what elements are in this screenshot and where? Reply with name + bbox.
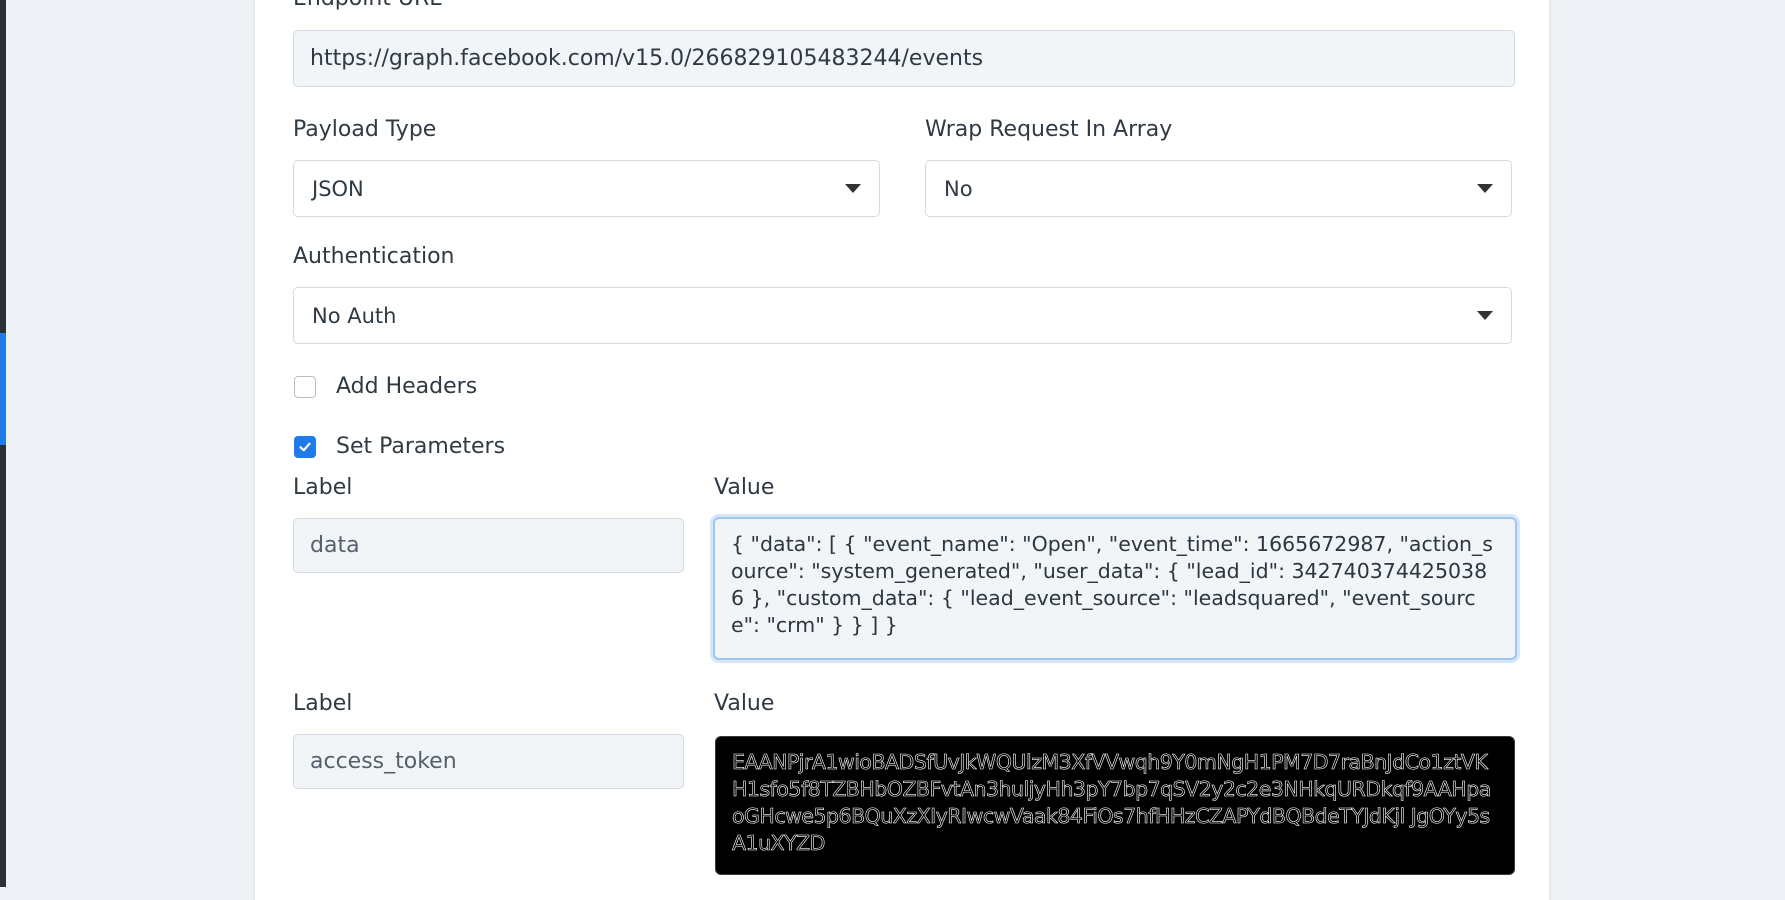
wrap-request-selected: No	[944, 176, 973, 201]
param-value-heading: Value	[714, 475, 775, 500]
payload-type-selected: JSON	[312, 176, 364, 201]
set-parameters-checkbox[interactable]	[294, 435, 316, 458]
access-token-textarea[interactable]: EAANPjrA1wioBADSfUvJkWQUlzM3XfVVwqh9Y0mN…	[715, 736, 1515, 875]
set-parameters-toggle[interactable]: Set Parameters	[294, 434, 505, 459]
sidebar-active-indicator	[0, 333, 6, 445]
add-headers-checkbox[interactable]	[294, 375, 316, 398]
param-label-input[interactable]: access_token	[293, 734, 684, 789]
authentication-select[interactable]: No Auth	[293, 287, 1512, 344]
caret-down-icon	[845, 184, 861, 193]
wrap-request-label: Wrap Request In Array	[925, 117, 1173, 142]
payload-type-select[interactable]: JSON	[293, 160, 880, 217]
caret-down-icon	[1477, 184, 1493, 193]
caret-down-icon	[1477, 311, 1493, 320]
param-label-heading: Label	[293, 475, 353, 500]
authentication-label: Authentication	[293, 244, 455, 269]
check-icon	[299, 442, 311, 451]
endpoint-url-input[interactable]: https://graph.facebook.com/v15.0/2668291…	[293, 30, 1515, 87]
param-value-heading: Value	[714, 691, 775, 716]
endpoint-url-label: Endpoint URL	[293, 0, 442, 11]
param-value-textarea[interactable]: { "data": [ { "event_name": "Open", "eve…	[713, 517, 1517, 660]
set-parameters-label: Set Parameters	[336, 434, 506, 459]
payload-type-label: Payload Type	[293, 117, 437, 142]
param-label-input[interactable]: data	[293, 518, 684, 573]
add-headers-toggle[interactable]: Add Headers	[294, 374, 477, 399]
app-sidebar-rail	[0, 0, 6, 887]
authentication-selected: No Auth	[312, 303, 397, 328]
param-label-heading: Label	[293, 691, 353, 716]
wrap-request-select[interactable]: No	[925, 160, 1512, 217]
add-headers-label: Add Headers	[336, 374, 478, 399]
